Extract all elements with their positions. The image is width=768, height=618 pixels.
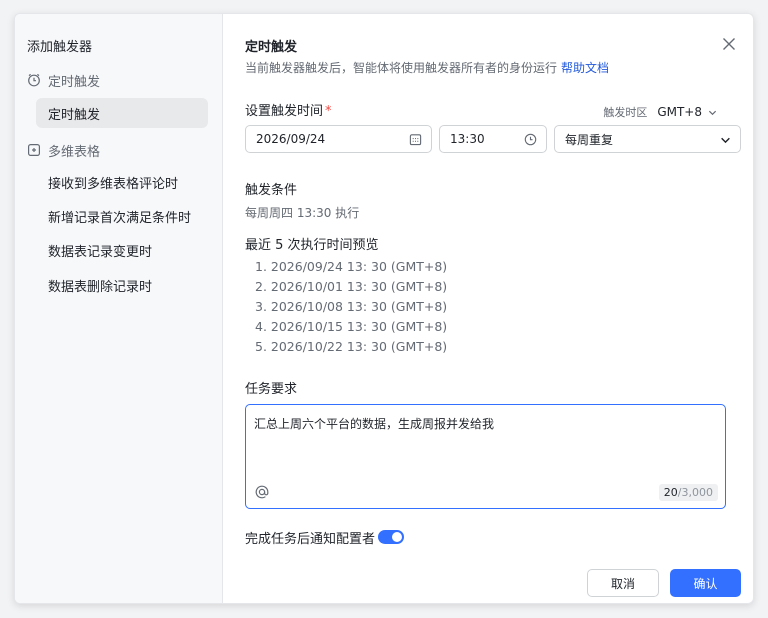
preview-label: 最近 5 次执行时间预览 xyxy=(245,238,379,253)
notify-label: 完成任务后通知配置者 xyxy=(245,532,376,547)
sidebar-group-label: 定时触发 xyxy=(48,74,101,90)
sidebar-group-scheduled: 定时触发 xyxy=(27,70,100,90)
date-value: 2026/09/24 xyxy=(256,132,326,146)
sidebar-group-bitable: 多维表格 xyxy=(27,140,100,160)
list-item: 2. 2026/10/01 13: 30 (GMT+8) xyxy=(255,279,448,294)
sidebar-item-scheduled-trigger[interactable]: 定时触发 xyxy=(36,98,208,128)
timezone-label: 触发时区 xyxy=(603,106,648,119)
sidebar-item-comment-received[interactable]: 接收到多维表格评论时 xyxy=(36,167,208,197)
task-text: 汇总上周六个平台的数据，生成周报并发给我 xyxy=(254,417,495,431)
panel-title: 定时触发 xyxy=(245,40,298,55)
at-mention-icon[interactable] xyxy=(254,484,270,500)
close-icon xyxy=(723,38,735,50)
sidebar-title: 添加触发器 xyxy=(27,40,93,55)
sidebar-item-label: 数据表删除记录时 xyxy=(48,279,153,295)
calendar-icon xyxy=(409,134,422,146)
sidebar-item-label: 定时触发 xyxy=(48,107,101,123)
time-picker[interactable]: 13:30 xyxy=(439,125,547,153)
schedule-label: 设置触发时间 * xyxy=(245,100,332,119)
subtitle-text: 当前触发器触发后，智能体将使用触发器所有者的身份运行 xyxy=(245,61,558,75)
sidebar-item-record-deleted[interactable]: 数据表删除记录时 xyxy=(36,270,208,300)
close-button[interactable] xyxy=(719,34,739,54)
char-count: 20/3,000 xyxy=(658,484,718,501)
char-count-max: /3,000 xyxy=(677,486,713,499)
sidebar-item-record-changed[interactable]: 数据表记录变更时 xyxy=(36,235,208,265)
confirm-button[interactable]: 确认 xyxy=(670,569,741,597)
required-mark: * xyxy=(325,104,332,119)
bitable-icon xyxy=(28,144,41,157)
schedule-label-text: 设置触发时间 xyxy=(245,104,324,119)
date-picker[interactable]: 2026/09/24 xyxy=(245,125,432,153)
list-item: 1. 2026/09/24 13: 30 (GMT+8) xyxy=(255,259,448,274)
clock-icon xyxy=(28,73,40,87)
list-item: 4. 2026/10/15 13: 30 (GMT+8) xyxy=(255,319,448,334)
trigger-config-panel: 定时触发 当前触发器触发后，智能体将使用触发器所有者的身份运行 帮助文档 设置触发… xyxy=(223,14,753,603)
sidebar-item-label: 数据表记录变更时 xyxy=(48,244,153,260)
condition-label: 触发条件 xyxy=(245,183,298,198)
sidebar-item-record-added[interactable]: 新增记录首次满足条件时 xyxy=(36,201,208,231)
chevron-down-icon xyxy=(721,137,730,144)
task-label: 任务要求 xyxy=(245,382,298,397)
help-doc-link[interactable]: 帮助文档 xyxy=(561,61,609,75)
repeat-select[interactable]: 每周重复 xyxy=(554,125,741,153)
condition-value: 每周周四 13:30 执行 xyxy=(245,206,360,220)
chevron-down-icon xyxy=(708,110,717,115)
cancel-button[interactable]: 取消 xyxy=(587,569,659,597)
timezone-selector[interactable]: 触发时区 GMT+8 xyxy=(603,104,717,120)
clock-icon xyxy=(524,133,537,146)
list-item: 5. 2026/10/22 13: 30 (GMT+8) xyxy=(255,339,448,354)
task-textarea[interactable]: 汇总上周六个平台的数据，生成周报并发给我 20/3,000 xyxy=(245,404,726,509)
sidebar-group-label: 多维表格 xyxy=(48,144,101,160)
preview-list: 1. 2026/09/24 13: 30 (GMT+8) 2. 2026/10/… xyxy=(245,257,447,357)
sidebar-item-label: 新增记录首次满足条件时 xyxy=(48,210,192,226)
add-trigger-dialog: 添加触发器 定时触发 定时触发 多维表格 接收到多维表格评论时 新增记录首次满足… xyxy=(14,13,754,604)
list-item: 3. 2026/10/08 13: 30 (GMT+8) xyxy=(255,299,448,314)
panel-subtitle: 当前触发器触发后，智能体将使用触发器所有者的身份运行 帮助文档 xyxy=(245,59,609,76)
timezone-value: GMT+8 xyxy=(657,105,702,119)
notify-toggle[interactable] xyxy=(378,530,404,544)
repeat-value: 每周重复 xyxy=(565,132,614,147)
char-count-current: 20 xyxy=(663,486,678,499)
trigger-sidebar: 添加触发器 定时触发 定时触发 多维表格 接收到多维表格评论时 新增记录首次满足… xyxy=(15,14,223,603)
time-value: 13:30 xyxy=(450,132,485,146)
sidebar-item-label: 接收到多维表格评论时 xyxy=(48,176,179,192)
